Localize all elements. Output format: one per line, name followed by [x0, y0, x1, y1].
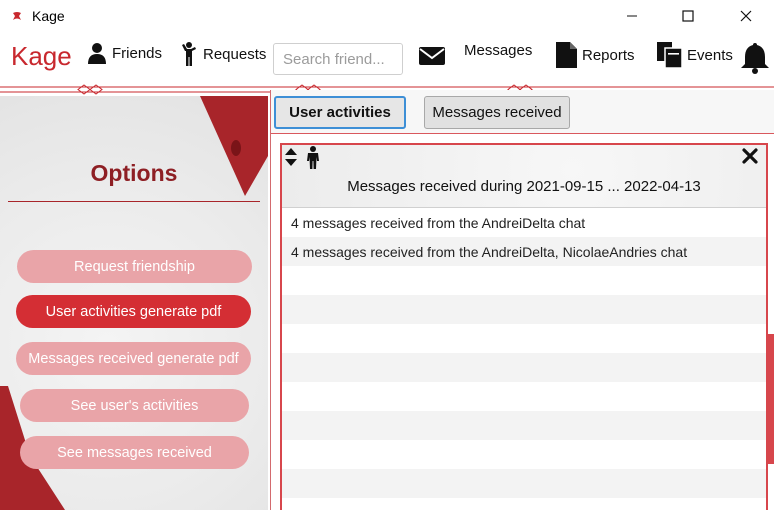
notifications-button[interactable]	[740, 41, 770, 74]
events-button[interactable]: Events	[657, 42, 733, 68]
reports-button[interactable]: Reports	[556, 42, 635, 68]
requests-label: Requests	[203, 45, 267, 63]
title-bar: Kage	[0, 0, 774, 32]
toolbar: Kage Friends Requests Messages Reports	[0, 32, 774, 84]
card-header: Messages received during 2021-09-15 ... …	[282, 145, 766, 208]
minimize-icon	[627, 15, 637, 17]
request-friendship-label: Request friendship	[74, 258, 195, 275]
copy-document-icon	[657, 42, 683, 68]
user-activities-pdf-button[interactable]: User activities generate pdf	[16, 295, 251, 328]
empty-row	[282, 382, 766, 411]
messages-button[interactable]: Messages	[464, 42, 532, 59]
tab-messages-received-label: Messages received	[432, 104, 562, 121]
friends-label: Friends	[112, 44, 163, 62]
brand-logo: Kage	[11, 41, 72, 71]
window-title: Kage	[32, 8, 65, 24]
decorative-strip	[766, 334, 774, 464]
empty-row	[282, 411, 766, 440]
maximize-button[interactable]	[660, 0, 716, 32]
close-window-button[interactable]	[718, 0, 774, 32]
bell-icon	[741, 43, 769, 74]
search-input[interactable]	[273, 43, 403, 75]
close-icon	[740, 10, 752, 22]
empty-row	[282, 266, 766, 295]
maximize-icon	[682, 10, 694, 22]
empty-row	[282, 440, 766, 469]
person-raising-hand-icon	[182, 42, 196, 66]
request-friendship-button[interactable]: Request friendship	[17, 250, 252, 283]
content-panel: User activities Messages received Messag…	[270, 90, 774, 510]
user-icon	[88, 43, 106, 64]
messages-received-pdf-label: Messages received generate pdf	[28, 350, 239, 367]
empty-row	[282, 324, 766, 353]
empty-row	[282, 353, 766, 382]
options-panel: Options Request friendship User activiti…	[0, 96, 268, 510]
friends-button[interactable]: Friends	[88, 42, 162, 64]
empty-row	[282, 295, 766, 324]
user-activities-pdf-label: User activities generate pdf	[45, 303, 222, 320]
empty-row	[282, 469, 766, 498]
see-messages-received-label: See messages received	[57, 444, 212, 461]
tab-messages-received[interactable]: Messages received	[424, 96, 570, 129]
close-x-icon[interactable]	[742, 148, 758, 164]
list-item[interactable]: 4 messages received from the AndreiDelta…	[282, 237, 766, 266]
tab-user-activities[interactable]: User activities	[274, 96, 406, 129]
see-messages-received-button[interactable]: See messages received	[20, 436, 249, 469]
messages-received-pdf-button[interactable]: Messages received generate pdf	[16, 342, 251, 375]
messages-card: Messages received during 2021-09-15 ... …	[280, 143, 768, 510]
messages-label: Messages	[464, 42, 533, 59]
see-user-activities-button[interactable]: See user's activities	[20, 389, 249, 422]
tab-user-activities-label: User activities	[289, 104, 391, 121]
sort-icon[interactable]	[284, 147, 298, 167]
person-icon[interactable]	[306, 146, 320, 169]
options-title: Options	[90, 160, 178, 186]
events-label: Events	[687, 46, 733, 64]
list-item-text: 4 messages received from the AndreiDelta…	[291, 214, 586, 231]
list-item-text: 4 messages received from the AndreiDelta…	[291, 243, 688, 260]
see-user-activities-label: See user's activities	[70, 397, 199, 414]
envelope-icon	[419, 47, 445, 65]
tab-bar: User activities Messages received	[271, 90, 774, 134]
minimize-button[interactable]	[604, 0, 660, 32]
envelope-button[interactable]	[418, 45, 446, 67]
reports-label: Reports	[582, 46, 635, 64]
requests-button[interactable]: Requests	[180, 42, 266, 66]
app-logo-icon	[13, 12, 21, 20]
document-icon	[556, 42, 577, 68]
options-divider	[8, 201, 260, 202]
list-item[interactable]: 4 messages received from the AndreiDelta…	[282, 208, 766, 237]
panel-title: Messages received during 2021-09-15 ... …	[347, 178, 701, 195]
